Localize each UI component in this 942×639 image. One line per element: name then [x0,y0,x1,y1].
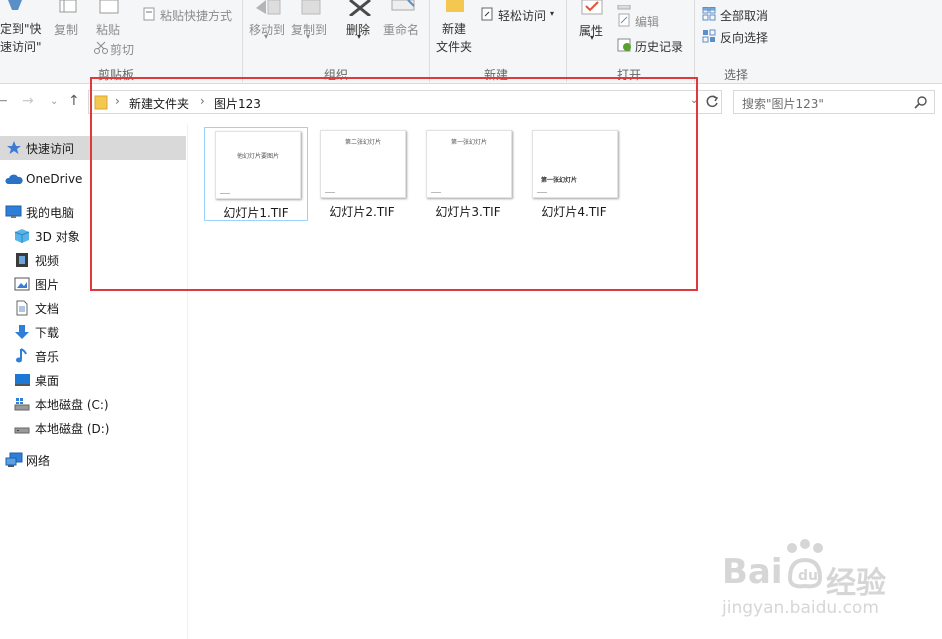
paste-shortcut-button[interactable]: 粘贴快捷方式 [160,7,232,24]
nav-item-drive-d[interactable]: 本地磁盘 (D:) [0,416,186,440]
svg-text:du: du [798,568,818,584]
document-icon [14,300,30,316]
nav-item-label: 音乐 [35,350,60,364]
ribbon-divider [429,0,430,82]
search-icon[interactable] [914,95,928,112]
search-input[interactable]: 搜索"图片123" [742,95,824,112]
computer-icon [5,204,22,220]
ribbon: 定到"快 速访问" 复制 粘贴 粘贴快捷方式 剪切 剪贴板 移动到 ▾ 复制到 … [0,0,942,84]
edit-icon [617,13,631,30]
nav-item-label: 快速访问 [26,142,75,156]
copy-to-icon [298,0,326,19]
pin-label-line1: 定到"快 [0,22,42,36]
desktop-icon [14,372,30,388]
new-folder-button[interactable]: 新建 文件夹 [436,20,472,56]
rename-icon [390,0,416,17]
watermark-url: jingyan.baidu.com [722,598,879,618]
delete-x-icon [348,0,372,19]
nav-item-label: 我的电脑 [26,206,75,220]
picture-icon [14,276,30,292]
properties-check-icon [580,0,604,19]
nav-item-label: 文档 [35,302,60,316]
up-arrow-icon[interactable]: ↑ [68,93,80,109]
recent-locations-chevron-icon[interactable]: ⌄ [50,96,58,107]
cloud-icon [5,172,23,188]
watermark-brand-left: Bai [722,552,783,592]
paste-shortcut-icon [142,7,156,24]
refresh-icon[interactable] [704,94,720,113]
ribbon-divider [694,0,695,82]
nav-item-label: 3D 对象 [35,230,80,244]
nav-item-label: OneDrive [26,172,83,186]
nav-item-documents[interactable]: 文档 [0,296,186,320]
network-icon [5,452,23,468]
highlight-annotation-box [90,77,698,291]
nav-item-label: 网络 [26,454,51,468]
select-none-icon [702,7,716,24]
pin-quick-access-button[interactable]: 定到"快 速访问" [0,20,42,56]
film-icon [14,252,30,268]
nav-item-label: 视频 [35,254,60,268]
nav-item-label: 下载 [35,326,60,340]
properties-dropdown[interactable]: ▾ [590,33,594,42]
paw-logo-icon: du [782,538,828,595]
ribbon-divider [566,0,567,82]
move-to-dropdown[interactable]: ▾ [264,32,268,41]
scissors-icon [94,41,108,58]
back-arrow-icon[interactable]: ← [0,93,8,109]
invert-selection-icon [702,29,716,46]
pin-label-line2: 速访问" [0,40,42,54]
drive-d-icon [14,420,30,436]
invert-selection-button[interactable]: 反向选择 [720,29,768,46]
star-icon [6,140,22,156]
copy-to-dropdown[interactable]: ▾ [306,32,310,41]
easy-access-icon [480,7,494,24]
nav-item-desktop[interactable]: 桌面 [0,368,186,392]
new-folder-label-line2: 文件夹 [436,40,473,54]
cut-button[interactable]: 剪切 [110,41,134,58]
edit-button[interactable]: 编辑 [635,13,659,30]
nav-item-label: 本地磁盘 (C:) [35,398,109,412]
open-icon [617,0,631,14]
nav-item-drive-c[interactable]: 本地磁盘 (C:) [0,392,186,416]
nav-item-network[interactable]: 网络 [0,448,186,472]
music-note-icon [14,348,30,364]
easy-access-button[interactable]: 轻松访问 [498,7,546,24]
forward-arrow-icon[interactable]: → [22,93,34,109]
pin-icon [4,0,26,17]
ribbon-divider [242,0,243,82]
select-none-button[interactable]: 全部取消 [720,7,768,24]
copy-icon [56,0,80,17]
delete-dropdown[interactable]: ▾ [357,32,361,41]
history-button[interactable]: 历史记录 [635,38,683,55]
nav-item-downloads[interactable]: 下载 [0,320,186,344]
new-folder-label-line1: 新建 [442,22,467,36]
search-box[interactable]: 搜索"图片123" [733,90,935,114]
nav-item-label: 本地磁盘 (D:) [35,422,110,436]
rename-button[interactable]: 重命名 [383,21,419,38]
nav-item-music[interactable]: 音乐 [0,344,186,368]
watermark-brand-right: 经验 [826,566,886,601]
easy-access-dropdown[interactable]: ▾ [550,9,554,18]
move-to-icon [254,0,282,19]
new-folder-icon [444,0,466,17]
nav-item-label: 图片 [35,278,60,292]
select-group-label: 选择 [723,68,748,82]
paste-icon [98,0,122,17]
nav-item-label: 桌面 [35,374,60,388]
paste-button[interactable]: 粘贴 [96,21,120,38]
cube-icon [14,228,30,244]
history-icon [617,38,633,55]
copy-button[interactable]: 复制 [54,21,78,38]
download-arrow-icon [14,324,30,340]
drive-c-icon [14,396,30,412]
